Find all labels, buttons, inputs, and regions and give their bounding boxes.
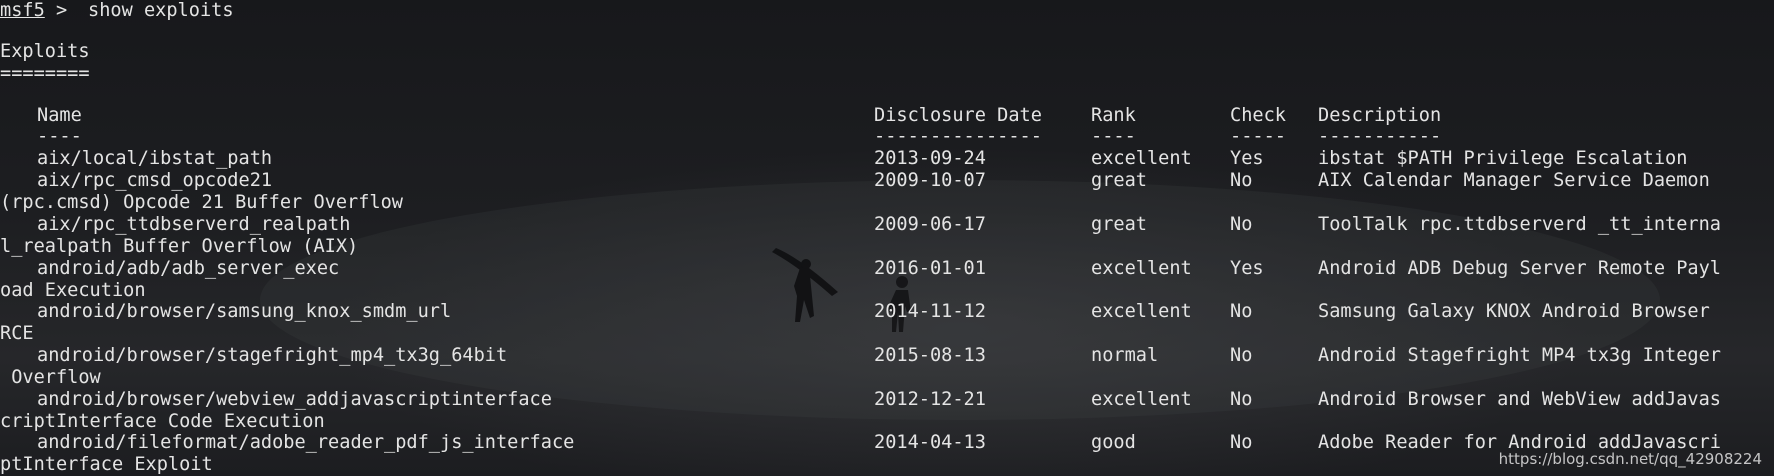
section-title: Exploits	[0, 41, 90, 62]
terminal-window[interactable]: msf5 > show exploits Exploits ======== N…	[0, 0, 1774, 476]
table-row[interactable]: android/browser/stagefright_mp4_tx3g_64b…	[0, 345, 1774, 367]
header-name: Name	[37, 105, 82, 126]
table-row[interactable]: android/browser/samsung_knox_smdm_url 20…	[0, 301, 1774, 323]
separator-rank: ----	[1091, 126, 1136, 147]
exploit-rank: good	[1091, 432, 1136, 453]
wrapped-line: l_realpath Buffer Overflow (AIX)	[0, 236, 1774, 258]
exploit-date: 2016-01-01	[874, 258, 986, 279]
exploit-check: Yes	[1230, 148, 1264, 169]
table-header-row: Name Disclosure Date Rank Check Descript…	[0, 105, 1774, 127]
wrapped-line: oad Execution	[0, 280, 1774, 302]
prompt-line: msf5 > show exploits	[0, 0, 1774, 22]
section-underline-line: ========	[0, 63, 1774, 85]
exploit-description-wrap: Overflow	[0, 367, 101, 388]
table-row[interactable]: android/adb/adb_server_exec 2016-01-01 e…	[0, 258, 1774, 280]
exploit-description: AIX Calendar Manager Service Daemon	[1318, 170, 1710, 191]
exploit-name: android/fileformat/adobe_reader_pdf_js_i…	[37, 432, 575, 453]
exploit-description-wrap: (rpc.cmsd) Opcode 21 Buffer Overflow	[0, 192, 403, 213]
exploit-name: aix/rpc_cmsd_opcode21	[37, 170, 273, 191]
exploit-check: No	[1230, 170, 1253, 191]
exploit-name: aix/rpc_ttdbserverd_realpath	[37, 214, 351, 235]
exploit-description-wrap: l_realpath Buffer Overflow (AIX)	[0, 236, 359, 257]
table-row[interactable]: aix/rpc_cmsd_opcode21 2009-10-07 great N…	[0, 170, 1774, 192]
exploit-description-wrap: criptInterface Code Execution	[0, 411, 325, 432]
exploit-description-wrap: oad Execution	[0, 280, 146, 301]
watermark-text: https://blog.csdn.net/qq_42908224	[1498, 450, 1762, 468]
wrapped-line: criptInterface Code Execution	[0, 411, 1774, 433]
separator-description: -----------	[1318, 126, 1442, 147]
exploit-date: 2015-08-13	[874, 345, 986, 366]
separator-name: ----	[37, 126, 82, 147]
exploit-rank: excellent	[1091, 148, 1192, 169]
exploit-description: ibstat $PATH Privilege Escalation	[1318, 148, 1688, 169]
exploit-rank: normal	[1091, 345, 1159, 366]
exploit-date: 2014-11-12	[874, 301, 986, 322]
exploit-date: 2014-04-13	[874, 432, 986, 453]
header-description: Description	[1318, 105, 1442, 126]
prompt-name: msf5	[0, 0, 45, 21]
section-title-line: Exploits	[0, 41, 1774, 63]
exploit-name: android/browser/stagefright_mp4_tx3g_64b…	[37, 345, 508, 366]
header-date: Disclosure Date	[874, 105, 1042, 126]
exploit-description: Android Stagefright MP4 tx3g Integer	[1318, 345, 1721, 366]
exploit-name: aix/local/ibstat_path	[37, 148, 273, 169]
exploit-check: No	[1230, 301, 1253, 322]
exploit-rank: great	[1091, 214, 1147, 235]
table-separator-row: ---- --------------- ---- ----- --------…	[0, 126, 1774, 148]
exploit-date: 2013-09-24	[874, 148, 986, 169]
table-row[interactable]: aix/local/ibstat_path 2013-09-24 excelle…	[0, 148, 1774, 170]
prompt-command: show exploits	[88, 0, 234, 21]
exploit-check: No	[1230, 389, 1253, 410]
exploit-description: Android ADB Debug Server Remote Payl	[1318, 258, 1721, 279]
table-row[interactable]: android/browser/webview_addjavascriptint…	[0, 389, 1774, 411]
exploit-description-wrap: ptInterface Exploit	[0, 454, 213, 475]
exploit-check: No	[1230, 345, 1253, 366]
exploit-name: android/browser/samsung_knox_smdm_url	[37, 301, 452, 322]
table-row[interactable]: aix/rpc_ttdbserverd_realpath 2009-06-17 …	[0, 214, 1774, 236]
exploit-rank: excellent	[1091, 258, 1192, 279]
exploit-description-wrap: RCE	[0, 323, 34, 344]
wrapped-line: Overflow	[0, 367, 1774, 389]
exploit-check: No	[1230, 432, 1253, 453]
exploit-date: 2009-10-07	[874, 170, 986, 191]
header-check: Check	[1230, 105, 1286, 126]
header-rank: Rank	[1091, 105, 1136, 126]
prompt-symbol: >	[56, 0, 68, 21]
wrapped-line: (rpc.cmsd) Opcode 21 Buffer Overflow	[0, 192, 1774, 214]
exploit-date: 2012-12-21	[874, 389, 986, 410]
separator-check: -----	[1230, 126, 1286, 147]
exploit-description: ToolTalk rpc.ttdbserverd _tt_interna	[1318, 214, 1721, 235]
section-underline: ========	[0, 63, 90, 84]
exploit-date: 2009-06-17	[874, 214, 986, 235]
exploit-name: android/adb/adb_server_exec	[37, 258, 340, 279]
exploit-description: Samsung Galaxy KNOX Android Browser	[1318, 301, 1710, 322]
exploit-check: No	[1230, 214, 1253, 235]
wrapped-line: RCE	[0, 323, 1774, 345]
exploit-rank: excellent	[1091, 301, 1192, 322]
separator-date: ---------------	[874, 126, 1042, 147]
exploit-description: Android Browser and WebView addJavas	[1318, 389, 1721, 410]
exploit-name: android/browser/webview_addjavascriptint…	[37, 389, 552, 410]
exploit-rank: great	[1091, 170, 1147, 191]
exploit-rank: excellent	[1091, 389, 1192, 410]
exploit-check: Yes	[1230, 258, 1264, 279]
